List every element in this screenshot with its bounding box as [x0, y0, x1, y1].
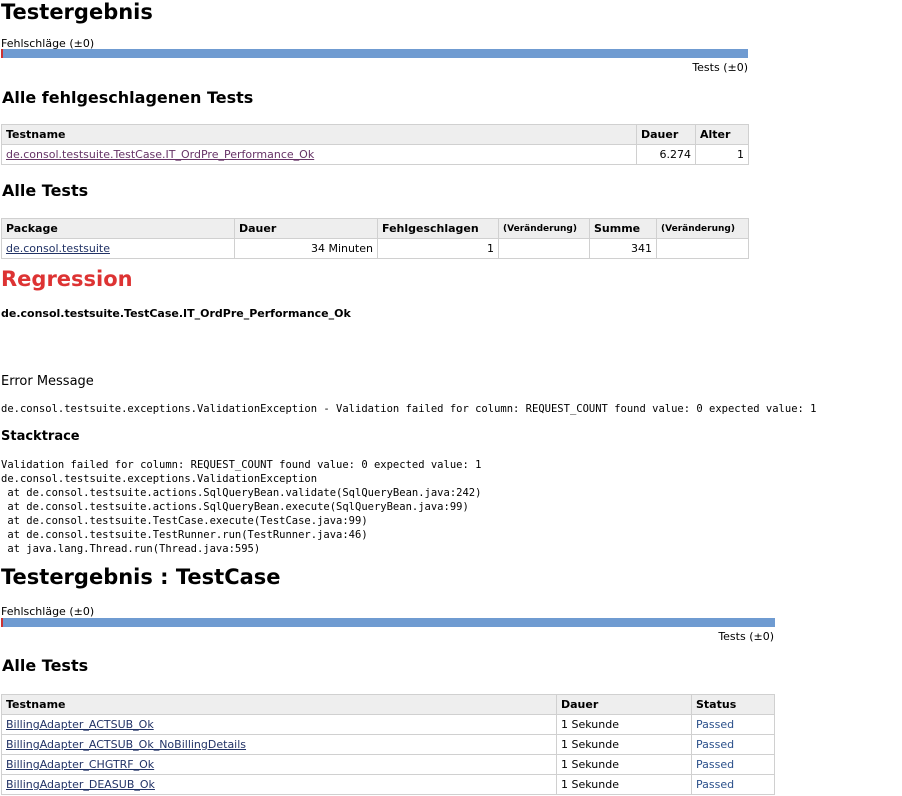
table-header-row: Testname Dauer Status: [1, 694, 775, 715]
test-link[interactable]: BillingAdapter_CHGTRF_Ok: [6, 758, 154, 771]
test-status: Passed: [691, 714, 775, 735]
summary-progress-bar: [1, 49, 748, 58]
col-duration: Dauer: [556, 694, 692, 715]
test-status: Passed: [691, 774, 775, 795]
table-row: BillingAdapter_ACTSUB_Ok_NoBillingDetail…: [1, 734, 775, 755]
col-package: Package: [1, 218, 235, 239]
test-name-cell: BillingAdapter_ACTSUB_Ok_NoBillingDetail…: [1, 734, 557, 755]
test-duration: 1 Sekunde: [556, 774, 692, 795]
table-row: BillingAdapter_ACTSUB_Ok 1 Sekunde Passe…: [1, 714, 775, 735]
regression-test-name: de.consol.testsuite.TestCase.IT_OrdPre_P…: [1, 307, 351, 320]
packages-table: Package Dauer Fehlgeschlagen (Veränderun…: [1, 218, 749, 259]
test-status: Passed: [691, 734, 775, 755]
test-duration: 1 Sekunde: [556, 734, 692, 755]
col-age: Alter: [695, 124, 749, 145]
table-row: BillingAdapter_DEASUB_Ok 1 Sekunde Passe…: [1, 774, 775, 795]
stacktrace-label: Stacktrace: [1, 429, 80, 444]
test-name-cell: BillingAdapter_DEASUB_Ok: [1, 774, 557, 795]
stacktrace-text: Validation failed for column: REQUEST_CO…: [1, 459, 482, 555]
package-link[interactable]: de.consol.testsuite: [6, 242, 110, 255]
col-duration: Dauer: [234, 218, 378, 239]
failed-test-link[interactable]: de.consol.testsuite.TestCase.IT_OrdPre_P…: [6, 148, 314, 161]
tests-label: Tests (±0): [692, 61, 748, 74]
testcase-tests-table: Testname Dauer Status BillingAdapter_ACT…: [1, 694, 775, 795]
regression-heading: Regression: [1, 267, 133, 291]
page-title: Testergebnis: [1, 0, 153, 24]
col-failed-change: (Veränderung): [498, 218, 590, 239]
test-link[interactable]: BillingAdapter_ACTSUB_Ok: [6, 718, 154, 731]
table-header-row: Package Dauer Fehlgeschlagen (Veränderun…: [1, 218, 749, 239]
table-header-row: Testname Dauer Alter: [1, 124, 749, 145]
package-total-change: [656, 238, 749, 259]
failed-test-name-cell: de.consol.testsuite.TestCase.IT_OrdPre_P…: [1, 144, 637, 165]
table-row: de.consol.testsuite 34 Minuten 1 341: [1, 238, 749, 259]
testcase-tests-label: Tests (±0): [718, 630, 774, 643]
package-failed: 1: [377, 238, 499, 259]
test-name-cell: BillingAdapter_ACTSUB_Ok: [1, 714, 557, 735]
test-link[interactable]: BillingAdapter_ACTSUB_Ok_NoBillingDetail…: [6, 738, 246, 751]
col-testname: Testname: [1, 124, 637, 145]
col-total-change: (Veränderung): [656, 218, 749, 239]
all-tests-heading: Alle Tests: [2, 181, 89, 200]
error-message-label: Error Message: [1, 374, 94, 389]
testcase-all-tests-heading: Alle Tests: [2, 656, 89, 675]
error-message-text: de.consol.testsuite.exceptions.Validatio…: [1, 403, 817, 415]
test-duration: 1 Sekunde: [556, 714, 692, 735]
failed-test-age: 1: [695, 144, 749, 165]
test-report-page: Testergebnis Fehlschläge (±0) Tests (±0)…: [0, 0, 902, 796]
test-status: Passed: [691, 754, 775, 775]
failed-tests-heading: Alle fehlgeschlagenen Tests: [2, 88, 254, 107]
package-duration: 34 Minuten: [234, 238, 378, 259]
testcase-title: Testergebnis : TestCase: [1, 565, 281, 589]
test-link[interactable]: BillingAdapter_DEASUB_Ok: [6, 778, 155, 791]
col-duration: Dauer: [636, 124, 696, 145]
table-row: de.consol.testsuite.TestCase.IT_OrdPre_P…: [1, 144, 749, 165]
col-failed: Fehlgeschlagen: [377, 218, 499, 239]
test-duration: 1 Sekunde: [556, 754, 692, 775]
package-total: 341: [589, 238, 657, 259]
col-status: Status: [691, 694, 775, 715]
package-failed-change: [498, 238, 590, 259]
table-row: BillingAdapter_CHGTRF_Ok 1 Sekunde Passe…: [1, 754, 775, 775]
failed-test-duration: 6.274: [636, 144, 696, 165]
col-testname: Testname: [1, 694, 557, 715]
testcase-progress-bar: [1, 618, 775, 627]
col-total: Summe: [589, 218, 657, 239]
testcase-failure-segment: [1, 618, 3, 627]
test-name-cell: BillingAdapter_CHGTRF_Ok: [1, 754, 557, 775]
failed-tests-table: Testname Dauer Alter de.consol.testsuite…: [1, 124, 749, 165]
summary-failure-segment: [1, 49, 3, 58]
testcase-failures-label: Fehlschläge (±0): [1, 605, 95, 618]
package-name-cell: de.consol.testsuite: [1, 238, 235, 259]
